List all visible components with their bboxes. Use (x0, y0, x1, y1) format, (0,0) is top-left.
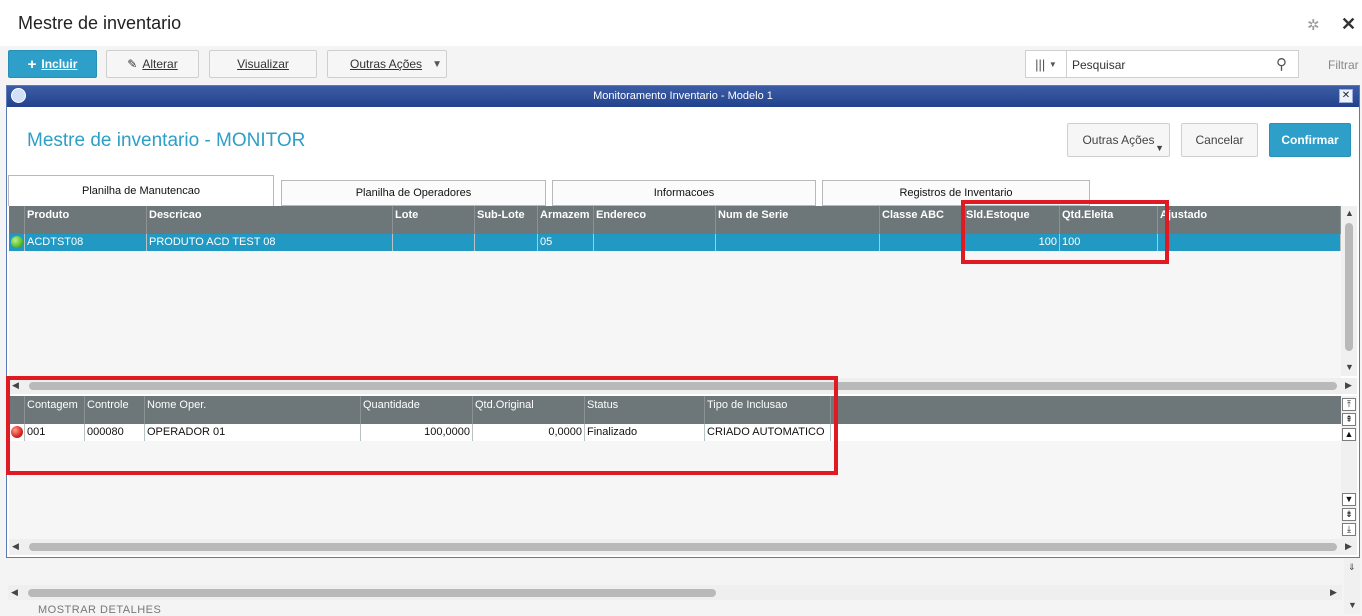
alterar-button[interactable]: ✎ Alterar (106, 50, 199, 78)
scroll-right-icon[interactable]: ▶ (1330, 587, 1337, 598)
col-header-armazem[interactable]: Armazem (538, 206, 594, 234)
dialog-title: Monitoramento Inventario - Modelo 1 (593, 90, 773, 102)
cell-sub-lote (475, 234, 538, 251)
scroll-right-icon[interactable]: ▶ (1345, 541, 1352, 552)
columns-icon[interactable]: ||| ▼ (1026, 51, 1067, 77)
tab-planilha-operadores[interactable]: Planilha de Operadores (281, 180, 546, 206)
highlight-box-quantities (961, 200, 1169, 264)
products-vertical-scrollbar[interactable]: ▲ ▼ (1341, 206, 1357, 376)
page-vertical-scrollbar[interactable]: ⇓ ▼ (1344, 558, 1360, 614)
monitor-dialog: Monitoramento Inventario - Modelo 1 ✕ Me… (6, 85, 1360, 558)
scroll-left-icon[interactable]: ◀ (11, 587, 18, 598)
tab-informacoes[interactable]: Informacoes (552, 180, 816, 206)
cell-descricao: PRODUTO ACD TEST 08 (147, 234, 393, 251)
gear-icon[interactable]: ✲ (1307, 16, 1320, 34)
dialog-close-icon[interactable]: ✕ (1339, 89, 1353, 103)
close-icon[interactable]: ✕ (1341, 14, 1356, 35)
monitor-heading: Mestre de inventario - MONITOR (27, 130, 306, 151)
dialog-outras-acoes-button[interactable]: Outras Ações ▼ (1067, 123, 1170, 157)
cell-ajustado (1158, 234, 1341, 251)
scroll-page-up-icon[interactable]: ⇞ (1342, 413, 1356, 426)
counts-vertical-scrollbar[interactable]: ⤒ ⇞ ▲ ▼ ⇟ ⤓ (1341, 396, 1357, 539)
scroll-up-icon[interactable]: ▲ (1345, 208, 1354, 218)
scroll-bottom-icon[interactable]: ⤓ (1342, 523, 1356, 536)
header-status-cell (9, 206, 25, 234)
search-input[interactable]: Pesquisar (1072, 58, 1125, 72)
cancel-button[interactable]: Cancelar (1181, 123, 1258, 157)
incluir-label: Incluir (41, 57, 78, 71)
cell-lote (393, 234, 475, 251)
page-title: Mestre de inventario (18, 13, 182, 33)
scroll-down-icon[interactable]: ⇓ (1348, 562, 1356, 573)
scroll-left-icon[interactable]: ◀ (12, 541, 19, 552)
visualizar-label: Visualizar (237, 57, 289, 71)
counts-horizontal-scrollbar[interactable]: ◀ ▶ (9, 539, 1357, 555)
cell-endereco (594, 234, 716, 251)
dialog-outras-acoes-label: Outras Ações (1082, 133, 1155, 147)
col-header-endereco[interactable]: Endereco (594, 206, 716, 234)
scroll-down-icon[interactable]: ▼ (1342, 493, 1356, 506)
col-header-sub-lote[interactable]: Sub-Lote (475, 206, 538, 234)
col-header-num-serie[interactable]: Num de Serie (716, 206, 880, 234)
col-header-ajustado[interactable]: Ajustado (1158, 206, 1341, 234)
cell-num-serie (716, 234, 880, 251)
scroll-thumb[interactable] (29, 543, 1337, 551)
cell-armazem: 05 (538, 234, 594, 251)
app-header (0, 0, 1362, 46)
outras-acoes-button[interactable]: Outras Ações ▼ (327, 50, 447, 78)
pencil-icon: ✎ (127, 57, 138, 71)
dialog-titlebar: Monitoramento Inventario - Modelo 1 ✕ (7, 86, 1359, 107)
scroll-page-down-icon[interactable]: ⇟ (1342, 508, 1356, 521)
incluir-button[interactable]: + Incluir (8, 50, 97, 78)
visualizar-button[interactable]: Visualizar (209, 50, 317, 78)
scroll-thumb[interactable] (1345, 223, 1353, 351)
cell-produto: ACDTST08 (25, 234, 147, 251)
col-header-produto[interactable]: Produto (25, 206, 147, 234)
search-bar: ||| ▼ Pesquisar ⚲ (1025, 50, 1299, 78)
plus-icon: + (27, 55, 37, 73)
scroll-bottom-icon[interactable]: ▼ (1348, 600, 1357, 610)
page-horizontal-scrollbar[interactable]: ◀ ▶ (8, 585, 1342, 600)
scroll-right-icon[interactable]: ▶ (1345, 380, 1352, 391)
tab-planilha-manutencao[interactable]: Planilha de Manutencao (8, 175, 274, 206)
scroll-thumb[interactable] (28, 589, 716, 597)
row-status-cell (9, 234, 25, 251)
scroll-up-icon[interactable]: ▲ (1342, 428, 1356, 441)
filter-link[interactable]: Filtrar (1328, 58, 1359, 72)
search-icon[interactable]: ⚲ (1276, 55, 1287, 73)
chevron-down-icon: ▼ (432, 59, 442, 70)
cell-classe-abc (880, 234, 964, 251)
chevron-down-icon: ▼ (1155, 143, 1164, 153)
outras-acoes-label: Outras Ações (350, 57, 423, 71)
highlight-box-counts (6, 376, 838, 475)
col-header-lote[interactable]: Lote (393, 206, 475, 234)
col-header-descricao[interactable]: Descricao (147, 206, 393, 234)
confirm-button[interactable]: Confirmar (1269, 123, 1351, 157)
status-dot-icon (11, 236, 23, 248)
col-header-classe-abc[interactable]: Classe ABC (880, 206, 964, 234)
scroll-top-icon[interactable]: ⤒ (1342, 398, 1356, 411)
scroll-down-icon[interactable]: ▼ (1345, 362, 1354, 372)
show-details-toggle[interactable]: MOSTRAR DETALHES (38, 604, 161, 616)
alterar-label: Alterar (142, 57, 178, 71)
